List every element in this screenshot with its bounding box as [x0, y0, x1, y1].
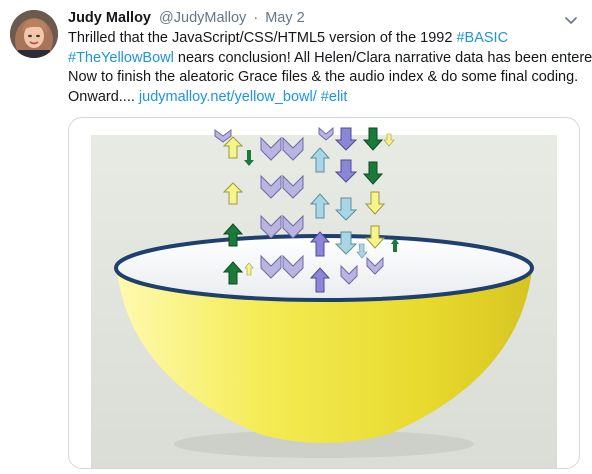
tweet-text-line-1: Thrilled that the JavaScript/CSS/HTML5 v…	[68, 29, 584, 49]
yellow-bowl-url-link[interactable]: judymalloy.net/yellow_bowl/	[139, 89, 317, 105]
yellow-bowl-image	[91, 126, 557, 468]
tweet-text-line-4: Onward.... judymalloy.net/yellow_bowl/ #…	[68, 88, 584, 108]
avatar-photo	[10, 10, 58, 58]
media-card[interactable]	[68, 117, 580, 469]
separator-dot: ·	[253, 10, 259, 26]
chevron-down-icon[interactable]	[563, 12, 579, 28]
avatar[interactable]	[10, 10, 58, 58]
tweet-text: Thrilled that the JavaScript/CSS/HTML5 v…	[68, 29, 592, 108]
tweet-text-segment: nears conclusion! All Helen/Clara narrat…	[173, 49, 592, 66]
tweet-text-segment: Thrilled that the JavaScript/CSS/HTML5 v…	[68, 30, 457, 46]
tweet-text-line-3: Now to finish the aleatoric Grace files …	[68, 69, 579, 85]
hashtag-basic-link[interactable]: #BASIC	[456, 30, 508, 46]
tweet-header: Judy Malloy @JudyMalloy · May 2	[68, 9, 305, 27]
hashtag-theyellowbowl-link[interactable]: #TheYellowBowl	[68, 50, 174, 66]
tweet-text-segment: Onward....	[68, 88, 139, 105]
tweet-date[interactable]: May 2	[265, 10, 305, 26]
author-handle[interactable]: @JudyMalloy	[159, 10, 246, 26]
author-name[interactable]: Judy Malloy	[68, 10, 151, 26]
tweet[interactable]: Judy Malloy @JudyMalloy · May 2 Thrilled…	[0, 0, 592, 474]
tweet-text-line-2: #TheYellowBowl nears conclusion! All Hel…	[68, 49, 592, 69]
hashtag-elit-link[interactable]: #elit	[317, 89, 348, 105]
